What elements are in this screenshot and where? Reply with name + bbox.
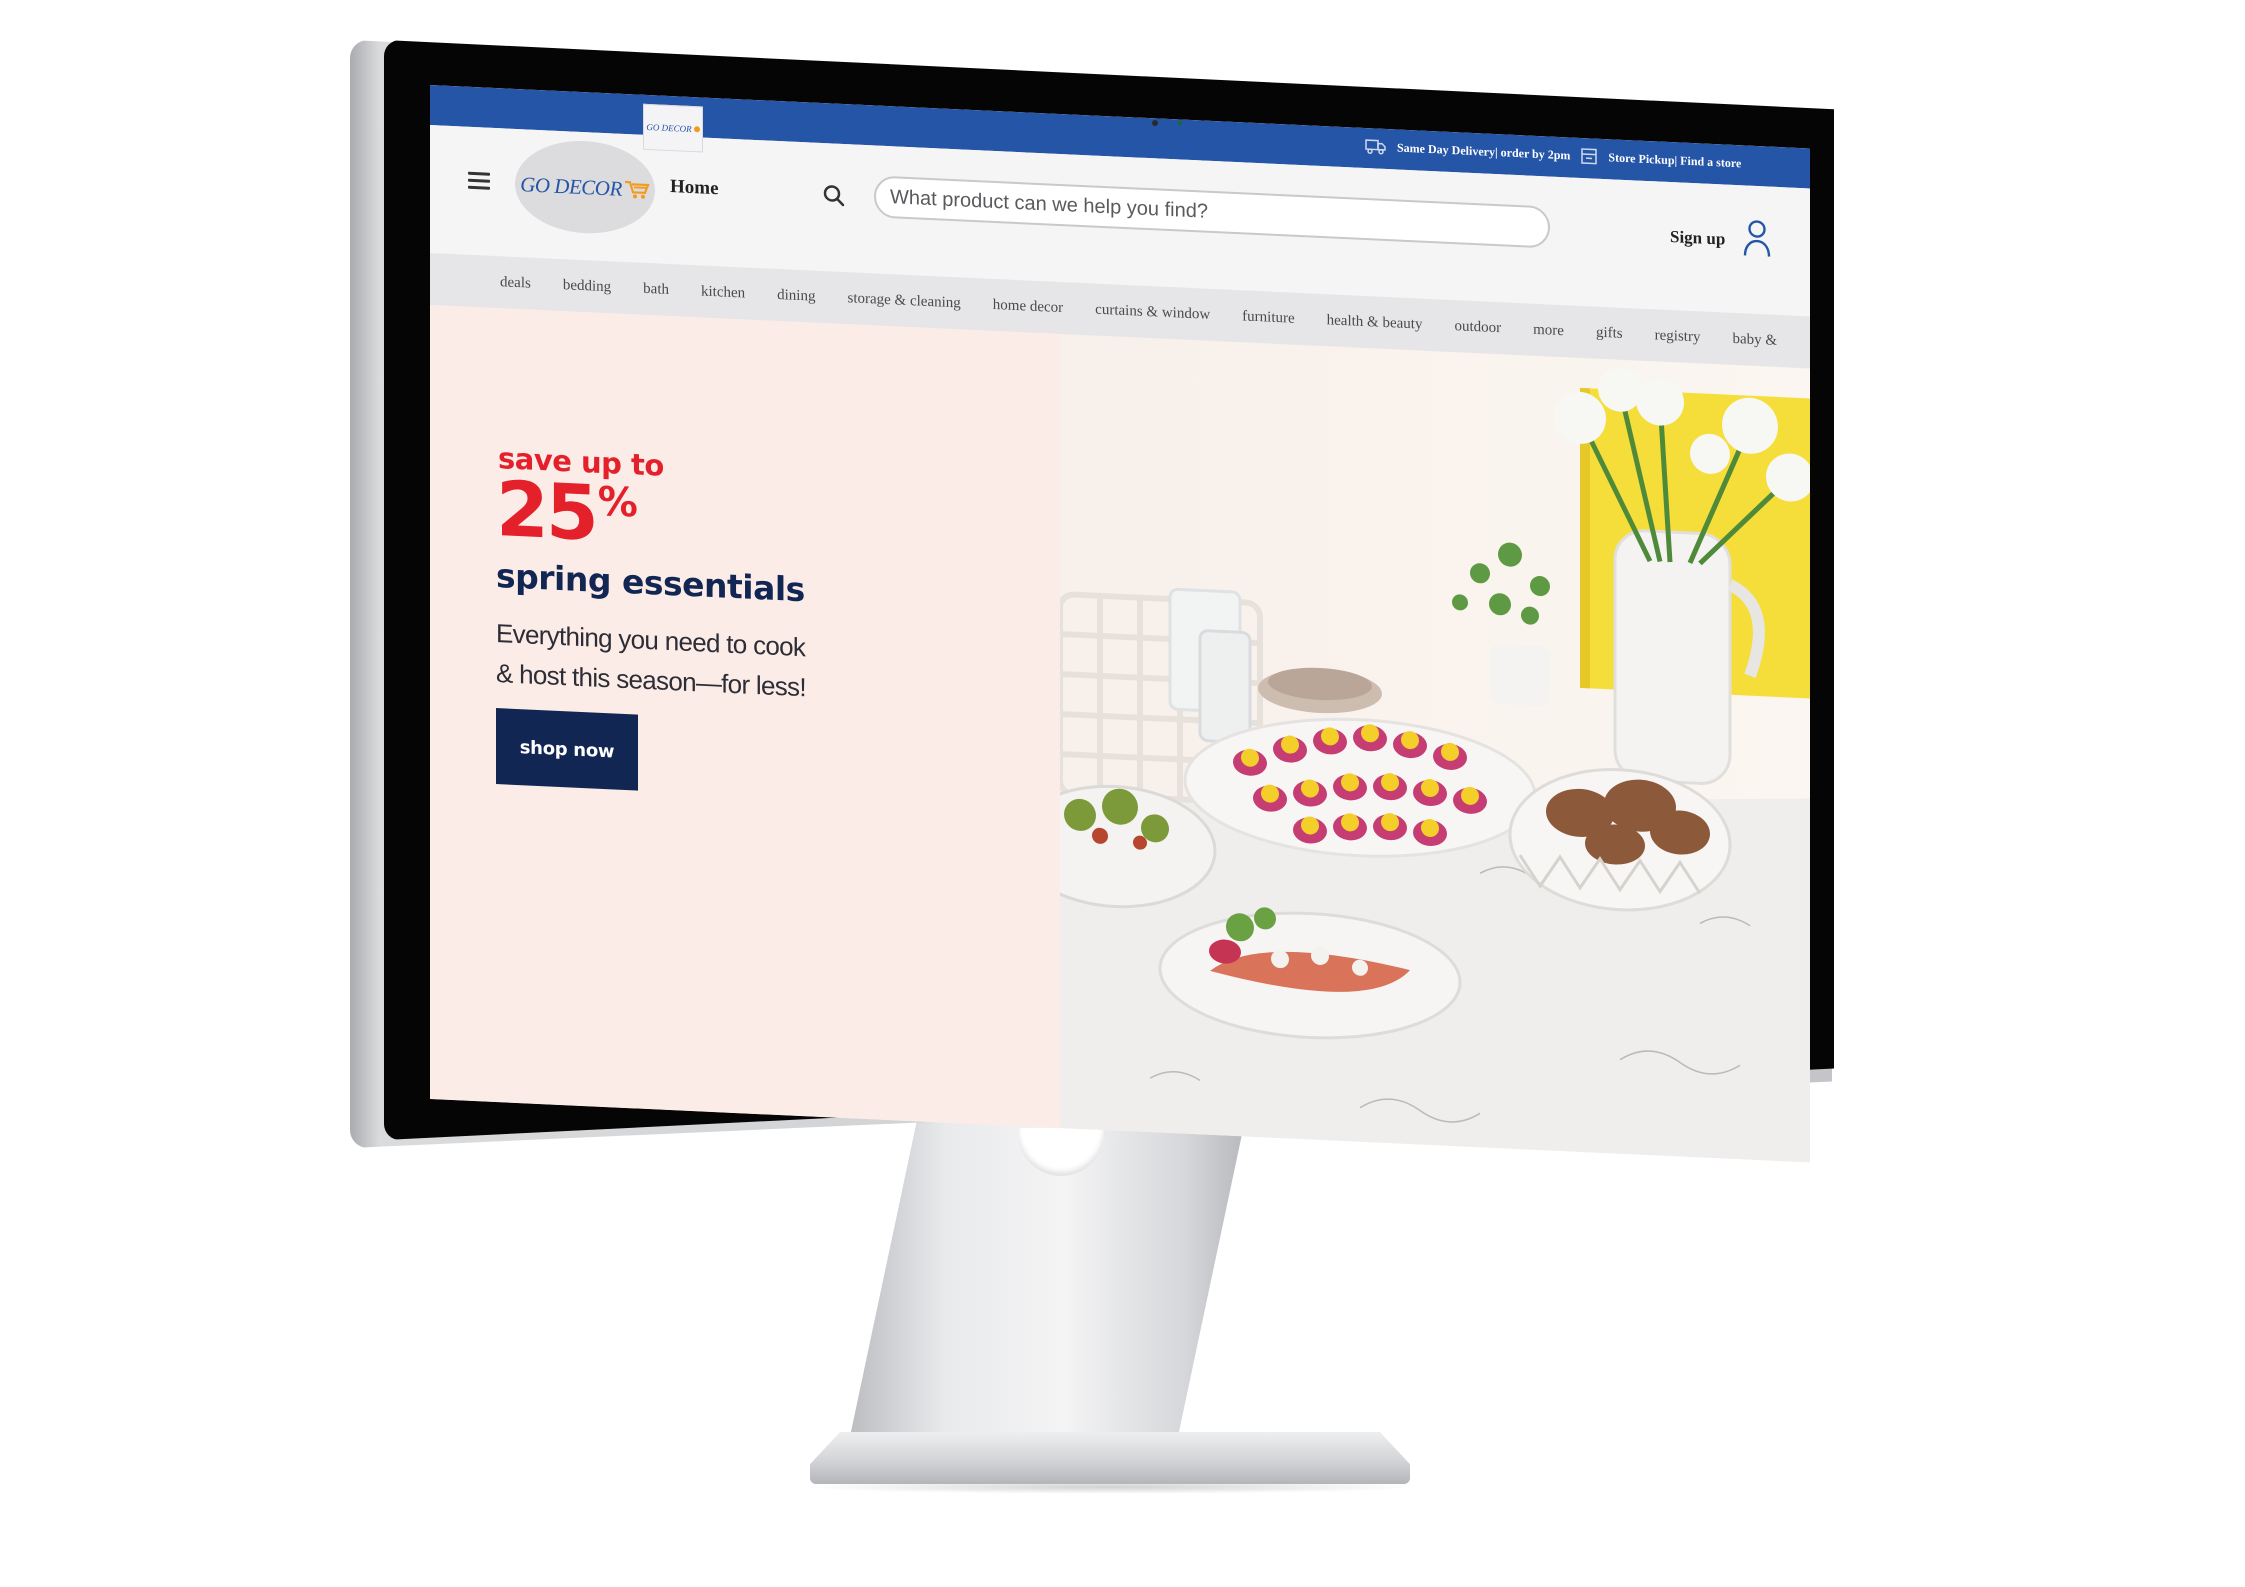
strip-logo[interactable]: GO DECOR [643, 103, 703, 153]
strip-logo-cart-dot [693, 126, 700, 133]
truck-icon [1365, 139, 1386, 155]
site-logo[interactable]: GO DECOR [515, 137, 655, 237]
hero-percent-value: 25 [496, 464, 596, 558]
nav-item-furniture[interactable]: furniture [1242, 308, 1294, 327]
strip-logo-text: GO DECOR [646, 121, 692, 135]
hero-promo-panel: save up to 25% spring essentials Everyth… [430, 305, 1060, 1128]
store-icon [1581, 148, 1598, 165]
nav-item-outdoor[interactable]: outdoor [1454, 318, 1501, 337]
hero-photo[interactable] [1060, 333, 1810, 1163]
search-icon[interactable] [822, 183, 846, 208]
nav-item-curtains-window[interactable]: curtains & window [1095, 301, 1210, 323]
monitor-stand-base [810, 1432, 1410, 1484]
hero-percent-sign: % [597, 478, 635, 527]
cart-icon [624, 180, 650, 199]
nav-item-home-decor[interactable]: home decor [993, 296, 1063, 316]
nav-item-health-beauty[interactable]: health & beauty [1327, 312, 1423, 333]
hero-headline: spring essentials [496, 556, 805, 610]
nav-item-bedding[interactable]: bedding [563, 277, 611, 296]
store-pickup-link[interactable]: Store Pickup| Find a store [1608, 150, 1741, 171]
nav-item-baby[interactable]: baby & [1732, 330, 1777, 349]
nav-item-deals[interactable]: deals [500, 274, 531, 292]
nav-item-gifts[interactable]: gifts [1596, 324, 1623, 342]
home-link[interactable]: Home [670, 176, 719, 200]
signup-link[interactable]: Sign up [1670, 227, 1725, 250]
monitor-camera [1152, 120, 1158, 126]
logo-text: GO DECOR [520, 171, 622, 201]
nav-item-bath[interactable]: bath [643, 280, 669, 298]
search-input[interactable] [874, 175, 1550, 249]
user-icon[interactable] [1742, 217, 1772, 258]
same-day-delivery-link[interactable]: Same Day Delivery| order by 2pm [1397, 140, 1570, 163]
monitor-mockup: GO DECOR Same Day Delivery| order by 2pm… [0, 0, 2245, 1587]
nav-item-registry[interactable]: registry [1655, 327, 1701, 346]
hamburger-icon[interactable] [468, 171, 490, 193]
nav-item-dining[interactable]: dining [777, 286, 815, 305]
monitor-camera-led [1178, 121, 1182, 125]
nav-item-storage-cleaning[interactable]: storage & cleaning [847, 290, 960, 312]
nav-item-more[interactable]: more [1533, 321, 1564, 339]
hero-subcopy: Everything you need to cook & host this … [496, 613, 876, 710]
nav-item-kitchen[interactable]: kitchen [701, 283, 745, 302]
hero-photo-table-scene [1060, 333, 1810, 1163]
shop-now-button[interactable]: shop now [496, 708, 638, 791]
hero-percent: 25% [496, 464, 635, 558]
website-screen: GO DECOR Same Day Delivery| order by 2pm… [430, 85, 1810, 1163]
